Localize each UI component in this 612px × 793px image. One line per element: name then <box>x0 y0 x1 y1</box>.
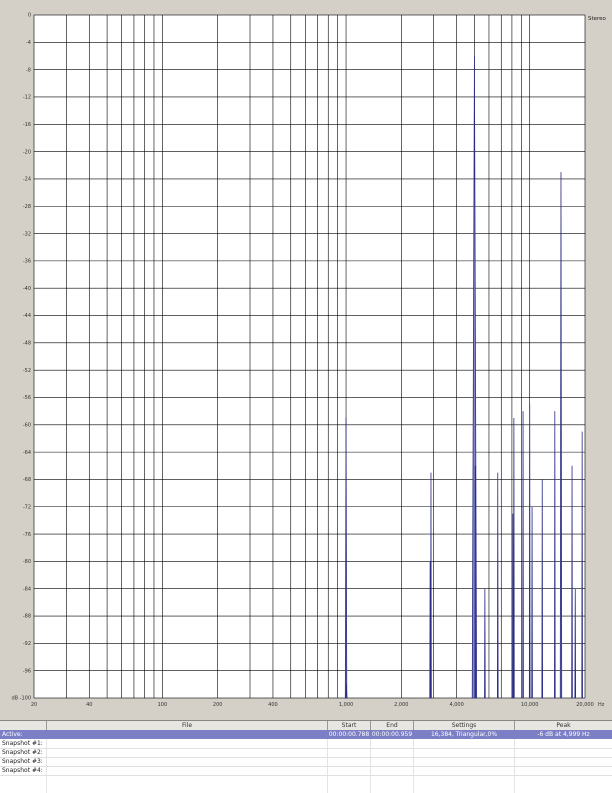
header-start[interactable]: Start <box>328 721 371 730</box>
y-tick-label: -12 <box>23 95 31 101</box>
snapshot-row[interactable]: Snapshot #4: <box>0 766 612 776</box>
snapshot-label: Snapshot #4: <box>2 767 43 774</box>
x-tick-label: 10,000 <box>521 702 539 708</box>
spectrum-peak <box>496 472 499 699</box>
y-tick-label: -64 <box>23 450 31 456</box>
snapshot-label: Snapshot #1: <box>2 740 43 747</box>
y-tick-label: -80 <box>23 559 31 565</box>
y-tick-label: -96 <box>23 668 31 674</box>
spectrum-peak <box>531 506 533 699</box>
spectrum-peak <box>484 588 486 699</box>
active-settings: 16,384, Triangular,0% <box>430 731 498 738</box>
y-tick-label: -76 <box>23 532 31 538</box>
y-tick-label: -72 <box>23 504 31 510</box>
y-tick-label: -20 <box>23 149 31 155</box>
x-tick-label: 20,000 <box>576 702 594 708</box>
snapshot-label: Snapshot #3: <box>2 758 43 765</box>
spectrum-peak <box>345 684 348 699</box>
plot-area[interactable] <box>33 14 586 699</box>
spectrum-peak <box>512 513 514 699</box>
y-tick-label: -44 <box>23 313 31 319</box>
spectrum-peak <box>574 588 577 699</box>
y-tick-label: -36 <box>23 259 31 265</box>
active-peak: -6 dB at 4,999 Hz <box>537 731 590 738</box>
x-tick-label: 20 <box>31 702 37 708</box>
y-tick-label: -56 <box>23 395 31 401</box>
x-tick-label: 1,000 <box>339 702 353 708</box>
x-tick-label: 200 <box>213 702 223 708</box>
y-tick-label: -8 <box>26 67 31 73</box>
y-tick-label: -4 <box>26 40 31 46</box>
spectrum-peak <box>581 431 583 699</box>
spectrum-peak <box>541 479 544 699</box>
spectrum-chart[interactable]: 0 -4 -8 -12 -16 -20 -24 -28 -32 -36 -40 -44 -48 -52 -5… <box>0 0 612 715</box>
spectrum-peak <box>429 561 431 699</box>
x-tick-label: 40 <box>86 702 92 708</box>
header-name <box>0 721 47 730</box>
spectrum-peak <box>513 417 515 699</box>
x-axis-unit: Hz <box>598 702 605 708</box>
y-tick-label: -84 <box>23 586 31 592</box>
active-end: 00:00:00.959 <box>371 731 413 738</box>
header-settings[interactable]: Settings <box>414 721 515 730</box>
y-tick-label: -88 <box>23 614 31 620</box>
x-tick-label: 400 <box>268 702 278 708</box>
active-start: 00:00:00.788 <box>328 731 370 738</box>
header-peak[interactable]: Peak <box>515 721 612 730</box>
spectrum-peak <box>474 465 476 699</box>
active-label: Active: <box>2 731 23 738</box>
active-row[interactable]: Active: 00:00:00.788 00:00:00.959 16,384… <box>0 730 612 739</box>
x-tick-label: 4,000 <box>449 702 463 708</box>
y-tick-label: -16 <box>23 122 31 128</box>
analysis-table: File Start End Settings Peak Active: 00:… <box>0 720 612 793</box>
header-end[interactable]: End <box>371 721 414 730</box>
spectrum-peak <box>528 404 531 699</box>
active-file <box>47 730 327 739</box>
channel-label: Stereo <box>588 16 607 22</box>
spectrum-peak <box>554 411 556 699</box>
y-tick-label: -68 <box>23 477 31 483</box>
y-tick-label: -60 <box>23 423 31 429</box>
y-tick-label: -92 <box>23 641 31 647</box>
x-tick-label: 2,000 <box>394 702 408 708</box>
y-tick-label: -28 <box>23 204 31 210</box>
spectrum-peak <box>571 465 573 699</box>
header-file[interactable]: File <box>47 721 328 730</box>
snapshot-label: Snapshot #2: <box>2 749 43 756</box>
x-tick-label: 100 <box>158 702 168 708</box>
y-tick-label: -32 <box>23 231 31 237</box>
y-tick-label: -48 <box>23 341 31 347</box>
spectrum-peak <box>522 411 524 699</box>
y-tick-label: 0 <box>28 13 31 19</box>
y-tick-label: -52 <box>23 368 31 374</box>
y-tick-label: -40 <box>23 286 31 292</box>
y-tick-label: -24 <box>23 177 31 183</box>
y-tick-label: dB -100 <box>11 696 31 702</box>
